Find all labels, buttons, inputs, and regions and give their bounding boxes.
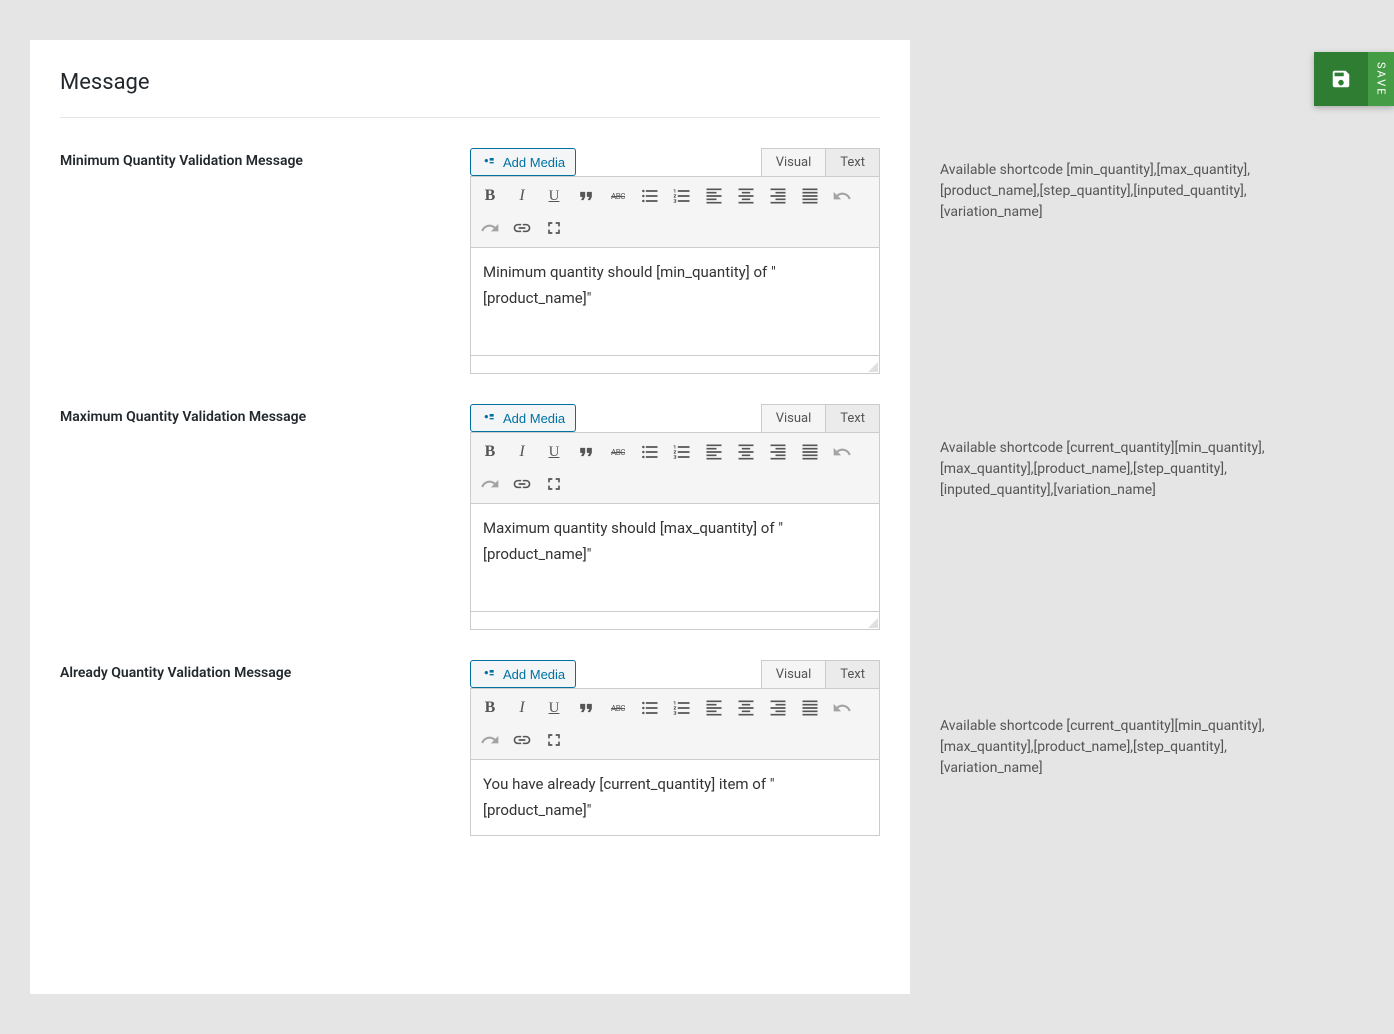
editor-content[interactable]: You have already [current_quantity] item…: [470, 760, 880, 836]
resize-handle[interactable]: [868, 362, 878, 372]
undo-button[interactable]: [827, 181, 857, 211]
fullscreen-button[interactable]: [539, 213, 569, 243]
align-center-button[interactable]: [731, 437, 761, 467]
tab-text[interactable]: Text: [825, 660, 880, 688]
media-icon: [481, 410, 497, 426]
link-button[interactable]: [507, 213, 537, 243]
align-left-button[interactable]: [699, 437, 729, 467]
bullet-list-button[interactable]: [635, 181, 665, 211]
numbered-list-button[interactable]: [667, 437, 697, 467]
field-label: Already Quantity Validation Message: [60, 660, 470, 836]
add-media-button[interactable]: Add Media: [470, 404, 576, 432]
numbered-list-button[interactable]: [667, 181, 697, 211]
align-justify-button[interactable]: [795, 437, 825, 467]
blockquote-button[interactable]: [571, 437, 601, 467]
align-left-button[interactable]: [699, 693, 729, 723]
editor-toolbar: B I U ABC: [470, 432, 880, 504]
editor-status-bar: [470, 612, 880, 630]
italic-button[interactable]: I: [507, 437, 537, 467]
italic-button[interactable]: I: [507, 181, 537, 211]
field-label: Maximum Quantity Validation Message: [60, 404, 470, 630]
add-media-label: Add Media: [503, 411, 565, 426]
resize-handle[interactable]: [868, 618, 878, 628]
tab-visual[interactable]: Visual: [761, 148, 826, 176]
add-media-button[interactable]: Add Media: [470, 660, 576, 688]
media-icon: [481, 666, 497, 682]
numbered-list-button[interactable]: [667, 693, 697, 723]
editor-content[interactable]: Minimum quantity should [min_quantity] o…: [470, 248, 880, 356]
strikethrough-button[interactable]: ABC: [603, 693, 633, 723]
editor-status-bar: [470, 356, 880, 374]
shortcode-help-max: Available shortcode [current_quantity][m…: [940, 438, 1320, 501]
underline-button[interactable]: U: [539, 437, 569, 467]
underline-button[interactable]: U: [539, 693, 569, 723]
link-button[interactable]: [507, 725, 537, 755]
align-right-button[interactable]: [763, 181, 793, 211]
align-right-button[interactable]: [763, 693, 793, 723]
editor-content[interactable]: Maximum quantity should [max_quantity] o…: [470, 504, 880, 612]
tab-visual[interactable]: Visual: [761, 404, 826, 432]
add-media-label: Add Media: [503, 155, 565, 170]
redo-button[interactable]: [475, 469, 505, 499]
bold-button[interactable]: B: [475, 693, 505, 723]
settings-panel: Message Minimum Quantity Validation Mess…: [30, 40, 910, 994]
field-already-quantity: Already Quantity Validation Message Add …: [60, 660, 880, 836]
media-icon: [481, 154, 497, 170]
save-icon: [1314, 52, 1368, 106]
align-justify-button[interactable]: [795, 181, 825, 211]
tab-text[interactable]: Text: [825, 404, 880, 432]
align-right-button[interactable]: [763, 437, 793, 467]
editor-toolbar: B I U ABC: [470, 176, 880, 248]
help-panel: Available shortcode [min_quantity],[max_…: [940, 40, 1320, 994]
field-max-quantity: Maximum Quantity Validation Message Add …: [60, 404, 880, 630]
section-title: Message: [60, 70, 880, 95]
field-min-quantity: Minimum Quantity Validation Message Add …: [60, 148, 880, 374]
align-justify-button[interactable]: [795, 693, 825, 723]
editor-toolbar: B I U ABC: [470, 688, 880, 760]
align-center-button[interactable]: [731, 181, 761, 211]
redo-button[interactable]: [475, 725, 505, 755]
bullet-list-button[interactable]: [635, 693, 665, 723]
italic-button[interactable]: I: [507, 693, 537, 723]
undo-button[interactable]: [827, 437, 857, 467]
bullet-list-button[interactable]: [635, 437, 665, 467]
link-button[interactable]: [507, 469, 537, 499]
fullscreen-button[interactable]: [539, 725, 569, 755]
divider: [60, 117, 880, 118]
blockquote-button[interactable]: [571, 693, 601, 723]
redo-button[interactable]: [475, 213, 505, 243]
field-label: Minimum Quantity Validation Message: [60, 148, 470, 374]
add-media-label: Add Media: [503, 667, 565, 682]
align-left-button[interactable]: [699, 181, 729, 211]
blockquote-button[interactable]: [571, 181, 601, 211]
add-media-button[interactable]: Add Media: [470, 148, 576, 176]
shortcode-help-min: Available shortcode [min_quantity],[max_…: [940, 160, 1320, 223]
tab-visual[interactable]: Visual: [761, 660, 826, 688]
strikethrough-button[interactable]: ABC: [603, 437, 633, 467]
fullscreen-button[interactable]: [539, 469, 569, 499]
save-button[interactable]: SAVE: [1314, 52, 1394, 106]
shortcode-help-already: Available shortcode [current_quantity][m…: [940, 716, 1320, 779]
tab-text[interactable]: Text: [825, 148, 880, 176]
bold-button[interactable]: B: [475, 181, 505, 211]
underline-button[interactable]: U: [539, 181, 569, 211]
align-center-button[interactable]: [731, 693, 761, 723]
undo-button[interactable]: [827, 693, 857, 723]
strikethrough-button[interactable]: ABC: [603, 181, 633, 211]
bold-button[interactable]: B: [475, 437, 505, 467]
save-button-label: SAVE: [1368, 52, 1394, 106]
